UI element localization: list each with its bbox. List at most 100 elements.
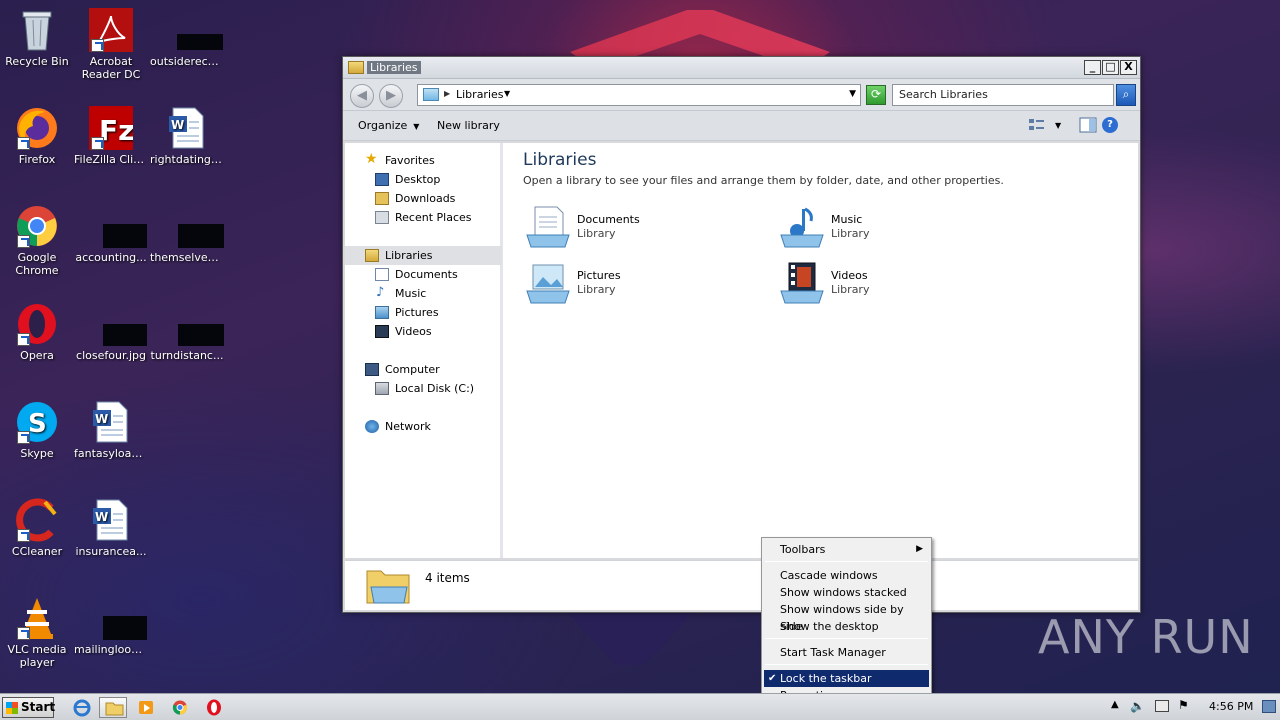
breadcrumb-dropdown-icon[interactable]: ▼ — [504, 89, 510, 98]
address-bar[interactable]: ▶ Libraries ▼ ▼ — [417, 84, 861, 106]
menu-item-lock-taskbar[interactable]: ✔ Lock the taskbar — [764, 670, 929, 687]
breadcrumb-arrow-icon[interactable]: ▶ — [444, 89, 450, 98]
menu-item-show-windows-side-by-side[interactable]: Show windows side by side — [764, 601, 929, 633]
search-icon[interactable]: ⌕ — [1116, 84, 1136, 106]
nav-item-local-disk[interactable]: Local Disk (C:) — [345, 379, 502, 398]
organize-button[interactable]: Organize ▼ — [358, 119, 419, 132]
library-item-videos[interactable]: Videos Library — [779, 261, 1009, 305]
nav-label: Recent Places — [395, 211, 472, 224]
taskbar-chrome-button[interactable] — [166, 697, 194, 718]
submenu-arrow-icon: ▶ — [916, 544, 923, 554]
content-area: ★ Favorites Desktop Downloads Recent Pla… — [345, 143, 1138, 558]
start-label: Start — [21, 700, 56, 714]
forward-button[interactable]: ▶ — [379, 84, 403, 108]
downloads-folder-icon — [375, 192, 389, 205]
nav-item-documents[interactable]: Documents — [345, 265, 502, 284]
ccleaner-icon — [15, 498, 59, 542]
nav-item-computer[interactable]: Computer — [345, 360, 502, 379]
taskbar-explorer-button[interactable] — [99, 697, 127, 718]
nav-label: Pictures — [395, 306, 439, 319]
desktop-icon-label: accounting... — [75, 251, 147, 264]
word-doc-icon: W — [165, 106, 209, 150]
file-icon — [165, 8, 223, 52]
action-center-flag-icon[interactable]: ⚑ — [1178, 698, 1189, 712]
taskbar-media-player-button[interactable] — [132, 697, 160, 718]
desktop-icon-turndistanc[interactable]: turndistanc... — [150, 302, 224, 362]
nav-item-music[interactable]: ♪ Music — [345, 284, 502, 303]
nav-item-downloads[interactable]: Downloads — [345, 189, 502, 208]
menu-item-start-task-manager[interactable]: Start Task Manager — [764, 644, 929, 661]
nav-item-network[interactable]: Network — [345, 417, 502, 436]
desktop-icon-fantasyloan[interactable]: W fantasyloan... — [74, 400, 148, 460]
file-icon — [165, 204, 224, 248]
taskbar-context-menu[interactable]: Toolbars ▶ Cascade windows Show windows … — [761, 537, 932, 705]
taskbar-opera-button[interactable] — [200, 697, 228, 718]
desktop-icon-firefox[interactable]: Firefox — [0, 106, 74, 166]
desktop-icon-accounting[interactable]: accounting... — [74, 204, 148, 264]
desktop-icon-closefour[interactable]: closefour.jpg — [74, 302, 148, 362]
details-pane: 4 items — [345, 560, 1138, 610]
library-type: Library — [577, 283, 616, 296]
desktop-icon-mailinglooks[interactable]: mailinglooks... — [74, 596, 148, 656]
show-desktop-icon[interactable] — [1262, 700, 1276, 713]
svg-text:W: W — [171, 118, 184, 132]
desktop-icon-ccleaner[interactable]: CCleaner — [0, 498, 74, 558]
library-item-documents[interactable]: Documents Library — [525, 205, 755, 249]
word-doc-icon: W — [89, 400, 133, 444]
nav-item-recent-places[interactable]: Recent Places — [345, 208, 502, 227]
nav-item-desktop[interactable]: Desktop — [345, 170, 502, 189]
change-view-icon[interactable] — [1028, 117, 1046, 133]
help-icon[interactable]: ? — [1102, 117, 1118, 133]
nav-item-videos[interactable]: Videos — [345, 322, 502, 341]
network-status-icon[interactable] — [1155, 700, 1169, 712]
refresh-button[interactable]: ⟳ — [866, 85, 886, 105]
menu-item-toolbars[interactable]: Toolbars ▶ — [764, 541, 929, 558]
desktop-icon-recycle-bin[interactable]: Recycle Bin — [0, 8, 74, 68]
desktop-icon-outsidereco[interactable]: outsidereco... — [150, 8, 224, 68]
desktop-icon-opera[interactable]: Opera — [0, 302, 74, 362]
show-hidden-icons-icon[interactable]: ▲ — [1111, 699, 1119, 710]
minimize-button[interactable]: _ — [1084, 60, 1101, 75]
desktop-icon-skype[interactable]: S Skype — [0, 400, 74, 460]
desktop-icon-themselvesi[interactable]: themselvesi... — [150, 204, 224, 264]
shortcut-arrow-icon — [17, 137, 30, 150]
address-history-dropdown-icon[interactable]: ▼ — [849, 89, 856, 99]
nav-item-pictures[interactable]: Pictures — [345, 303, 502, 322]
maximize-button[interactable]: □ — [1102, 60, 1119, 75]
view-options-dropdown-icon[interactable]: ▼ — [1055, 121, 1073, 137]
search-input[interactable]: Search Libraries — [892, 84, 1114, 106]
desktop-icon-rightdating[interactable]: W rightdating.rtf — [150, 106, 224, 166]
breadcrumb-libraries[interactable]: Libraries — [456, 88, 504, 101]
menu-item-show-windows-stacked[interactable]: Show windows stacked — [764, 584, 929, 601]
desktop-icon-chrome[interactable]: Google Chrome — [0, 204, 74, 277]
back-button[interactable]: ◀ — [350, 84, 374, 108]
navigation-pane[interactable]: ★ Favorites Desktop Downloads Recent Pla… — [345, 143, 503, 558]
library-item-music[interactable]: Music Library — [779, 205, 1009, 249]
menu-separator — [765, 561, 928, 562]
library-item-pictures[interactable]: Pictures Library — [525, 261, 755, 305]
menu-item-cascade-windows[interactable]: Cascade windows — [764, 567, 929, 584]
desktop-icon-vlc[interactable]: VLC media player — [0, 596, 74, 669]
new-library-button[interactable]: New library — [437, 119, 500, 132]
window-title: Libraries — [367, 61, 421, 74]
close-button[interactable]: X — [1120, 60, 1137, 75]
start-button[interactable]: Start — [2, 697, 56, 718]
desktop-icon-insurancea[interactable]: W insurancea... — [74, 498, 148, 558]
taskbar[interactable]: Start ▲ 🔈 ⚑ 4:56 PM — [0, 693, 1280, 720]
svg-text:W: W — [95, 412, 108, 426]
nav-label: Documents — [395, 268, 458, 281]
library-list-pane[interactable]: Libraries Open a library to see your fil… — [515, 143, 1138, 558]
nav-item-libraries[interactable]: Libraries — [345, 246, 502, 265]
title-bar[interactable]: Libraries _ □ X — [343, 57, 1140, 79]
desktop-icon-filezilla[interactable]: Fz FileZilla Client — [74, 106, 148, 166]
library-name: Documents — [577, 213, 640, 226]
preview-pane-icon[interactable] — [1079, 117, 1097, 133]
desktop-icon-acrobat[interactable]: Acrobat Reader DC — [74, 8, 148, 81]
volume-icon[interactable]: 🔈 — [1130, 699, 1145, 713]
taskbar-ie-button[interactable] — [68, 697, 96, 718]
nav-item-favorites[interactable]: ★ Favorites — [345, 151, 502, 170]
explorer-window[interactable]: Libraries _ □ X ◀ ▶ ▶ Libraries ▼ ▼ ⟳ Se… — [342, 56, 1141, 613]
menu-item-show-desktop[interactable]: Show the desktop — [764, 618, 929, 635]
desktop-icon-label: CCleaner — [11, 545, 63, 558]
taskbar-clock[interactable]: 4:56 PM — [1209, 700, 1253, 713]
